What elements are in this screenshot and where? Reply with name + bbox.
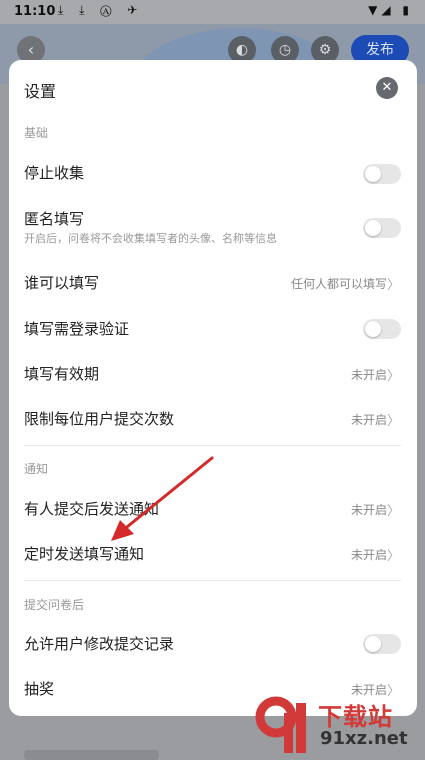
row-label: 限制每位用户提交次数: [24, 410, 175, 428]
chevron-right-icon: 〉: [386, 369, 400, 384]
status-bar: 11:10 ⤓ ⤓ Ⓐ ✈ ▼◢ ▮: [0, 0, 425, 24]
row-label: 抽奖: [24, 680, 55, 698]
toggle-knob: [365, 636, 381, 652]
stop-collect-toggle[interactable]: [363, 164, 401, 184]
allow-modify-toggle[interactable]: [363, 634, 401, 654]
row-value: 未开启: [350, 548, 387, 562]
section-notify: 通知: [24, 462, 49, 476]
row-validity[interactable]: 填写有效期 未开启 〉: [24, 363, 401, 385]
row-label: 谁可以填写: [24, 274, 100, 292]
row-label: 定时发送填写通知: [24, 545, 145, 563]
notification-icons: ⤓ ⤓ Ⓐ ✈: [58, 3, 144, 17]
watermark-logo: [255, 696, 306, 753]
anonymous-toggle[interactable]: [363, 218, 401, 238]
toggle-knob: [365, 166, 381, 182]
row-label: 有人提交后发送通知: [24, 500, 160, 518]
section-basic: 基础: [24, 126, 49, 140]
watermark-url: 91xz.net: [320, 728, 408, 749]
row-value: 未开启: [350, 368, 387, 382]
login-verify-toggle[interactable]: [363, 319, 401, 339]
row-label: 允许用户修改提交记录: [24, 635, 175, 653]
row-description: 开启后，问卷将不会收集填写者的头像、名称等信息: [24, 232, 277, 245]
settings-panel: 设置 ✕ 基础 停止收集 匿名填写 开启后，问卷将不会收集填写者的头像、名称等信…: [9, 60, 417, 716]
row-value: 未开启: [350, 413, 387, 427]
chevron-right-icon: 〉: [386, 414, 400, 429]
row-value: 未开启: [350, 503, 387, 517]
background-bar: [24, 750, 159, 760]
row-scheduled-notify[interactable]: 定时发送填写通知 未开启 〉: [24, 543, 401, 565]
row-notify-on-submit[interactable]: 有人提交后发送通知 未开启 〉: [24, 498, 401, 520]
chevron-right-icon: 〉: [386, 504, 400, 519]
row-label: 匿名填写: [24, 210, 85, 228]
row-limit-per-user[interactable]: 限制每位用户提交次数 未开启 〉: [24, 408, 401, 430]
row-allow-modify[interactable]: 允许用户修改提交记录: [24, 633, 401, 655]
row-label: 填写需登录验证: [24, 320, 130, 338]
status-time: 11:10: [14, 4, 56, 19]
section-after-submit: 提交问卷后: [24, 598, 85, 612]
row-stop-collect[interactable]: 停止收集: [24, 162, 401, 184]
row-label: 停止收集: [24, 164, 85, 182]
watermark: 下载站 91xz.net: [252, 695, 422, 757]
toggle-knob: [365, 321, 381, 337]
row-label: 填写有效期: [24, 365, 100, 383]
toggle-knob: [365, 220, 381, 236]
watermark-site: 下载站: [318, 703, 393, 731]
chevron-right-icon: 〉: [386, 549, 400, 564]
signal-battery-icons: ▼◢ ▮: [368, 3, 413, 17]
row-anonymous[interactable]: 匿名填写 开启后，问卷将不会收集填写者的头像、名称等信息: [24, 208, 401, 248]
divider: [24, 580, 401, 581]
row-login-verify[interactable]: 填写需登录验证: [24, 318, 401, 340]
panel-title: 设置: [24, 82, 57, 101]
close-icon[interactable]: ✕: [376, 77, 398, 99]
divider: [24, 445, 401, 446]
row-who-can-fill[interactable]: 谁可以填写 任何人都可以填写 〉: [24, 272, 401, 294]
row-value: 任何人都可以填写: [290, 277, 387, 291]
chevron-right-icon: 〉: [386, 278, 400, 293]
